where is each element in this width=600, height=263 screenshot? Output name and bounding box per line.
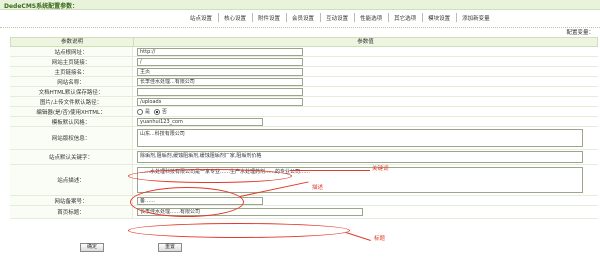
keywords-highlight bbox=[128, 169, 292, 183]
settings-tabs: 站点设置 核心设置 附件设置 会员设置 互动设置 性能选项 其它选项 模块设置 … bbox=[188, 13, 492, 22]
table-row: 站点根网址： http:// bbox=[10, 47, 598, 57]
row-label: 模板默认风格： bbox=[10, 117, 133, 126]
tab-core-settings[interactable]: 核心设置 bbox=[218, 13, 248, 22]
xhtml-no-radio[interactable] bbox=[154, 108, 161, 115]
keywords-annotation: 关键词 bbox=[372, 166, 389, 172]
xhtml-yes-radio[interactable] bbox=[137, 108, 143, 115]
row-label: 站点根网址： bbox=[10, 47, 133, 56]
title-annotation: 标题 bbox=[374, 236, 386, 242]
row-label: 编辑器(是/否)使用XHTML： bbox=[10, 107, 133, 116]
homepage-link-input[interactable]: / bbox=[137, 57, 303, 66]
col-value-header: 参数值 bbox=[357, 39, 374, 45]
tab-module-settings[interactable]: 模块设置 bbox=[422, 13, 452, 22]
row-label: 站点描述： bbox=[10, 165, 133, 195]
homepage-name-input[interactable]: 主页 bbox=[137, 67, 303, 76]
tab-add-variable[interactable]: 添加新变量 bbox=[456, 13, 492, 22]
table-row: 站点默认关键字： 除垢剂,阻垢剂,缓蚀阻垢剂,缓蚀阻垢剂厂家,阻垢剂价格 bbox=[10, 150, 598, 165]
description-annotation: 描述 bbox=[312, 185, 324, 191]
table-row: 首页标题： 长李佳水处理……有限公司 bbox=[10, 206, 598, 219]
title-highlight bbox=[128, 223, 350, 238]
row-label: 首页标题： bbox=[10, 206, 133, 218]
tab-site-settings[interactable]: 站点设置 bbox=[188, 13, 214, 22]
table-header: 参数说明 参数值 bbox=[10, 37, 598, 47]
col-desc-header: 参数说明 bbox=[11, 38, 134, 46]
window-titlebar: DedeCMS系统配置参数： bbox=[0, 0, 600, 10]
xhtml-yes-label: 是 bbox=[145, 109, 151, 115]
table-row: 编辑器(是/否)使用XHTML： 是 否 bbox=[10, 107, 598, 117]
template-style-input[interactable]: yuanhui123_com bbox=[137, 117, 263, 126]
table-row: 网站主页链接： / bbox=[10, 57, 598, 67]
table-row: 模板默认风格： yuanhui123_com bbox=[10, 117, 598, 127]
xhtml-no-label: 否 bbox=[162, 109, 168, 115]
table-row: 图片/上传文件默认路径： /uploads bbox=[10, 97, 598, 107]
description-highlight bbox=[130, 187, 244, 217]
row-label: 图片/上传文件默认路径： bbox=[10, 97, 133, 106]
reset-button[interactable]: 重置 bbox=[158, 243, 182, 252]
row-label: 网站名称： bbox=[10, 77, 133, 86]
tab-interaction-settings[interactable]: 互动设置 bbox=[320, 13, 350, 22]
html-path-input[interactable] bbox=[137, 87, 303, 96]
row-label: 主页链接名： bbox=[10, 67, 133, 76]
table-row: 网站版权信息： 山东...科技有限公司 bbox=[10, 127, 598, 150]
tab-member-settings[interactable]: 会员设置 bbox=[286, 13, 316, 22]
config-variable-link[interactable]: 配置变量： bbox=[566, 28, 594, 36]
row-label: 网站主页链接： bbox=[10, 57, 133, 66]
button-bar: 确定 重置 bbox=[0, 241, 600, 253]
config-table: 参数说明 参数值 站点根网址： http:// 网站主页链接： / 主页链接名：… bbox=[10, 37, 598, 219]
table-row: 主页链接名： 主页 bbox=[10, 67, 598, 77]
upload-path-input[interactable]: /uploads bbox=[137, 97, 303, 106]
table-row: 文档HTML默认保存路径： bbox=[10, 87, 598, 97]
table-row: 网站备案号： 备…… bbox=[10, 196, 598, 206]
keywords-textarea[interactable]: 除垢剂,阻垢剂,缓蚀阻垢剂,缓蚀阻垢剂厂家,阻垢剂价格 bbox=[137, 151, 583, 163]
title-pointer bbox=[345, 232, 371, 242]
site-name-input[interactable]: 长李佳水处理...有限公司 bbox=[137, 77, 303, 86]
keywords-pointer bbox=[290, 170, 370, 171]
row-label: 站点默认关键字： bbox=[10, 150, 133, 164]
confirm-button[interactable]: 确定 bbox=[80, 243, 104, 252]
row-label: 文档HTML默认保存路径： bbox=[10, 87, 133, 96]
row-label: 网站备案号： bbox=[10, 196, 133, 205]
tab-performance-options[interactable]: 性能选项 bbox=[354, 13, 384, 22]
tab-attachment-settings[interactable]: 附件设置 bbox=[252, 13, 282, 22]
copyright-textarea[interactable]: 山东...科技有限公司 bbox=[137, 129, 583, 147]
table-row: 网站名称： 长李佳水处理...有限公司 bbox=[10, 77, 598, 87]
divider bbox=[0, 27, 600, 28]
site-url-input[interactable]: http:// bbox=[137, 47, 303, 56]
tab-other-options[interactable]: 其它选项 bbox=[388, 13, 418, 22]
app-title: DedeCMS系统配置参数： bbox=[4, 3, 79, 10]
row-label: 网站版权信息： bbox=[10, 127, 133, 149]
